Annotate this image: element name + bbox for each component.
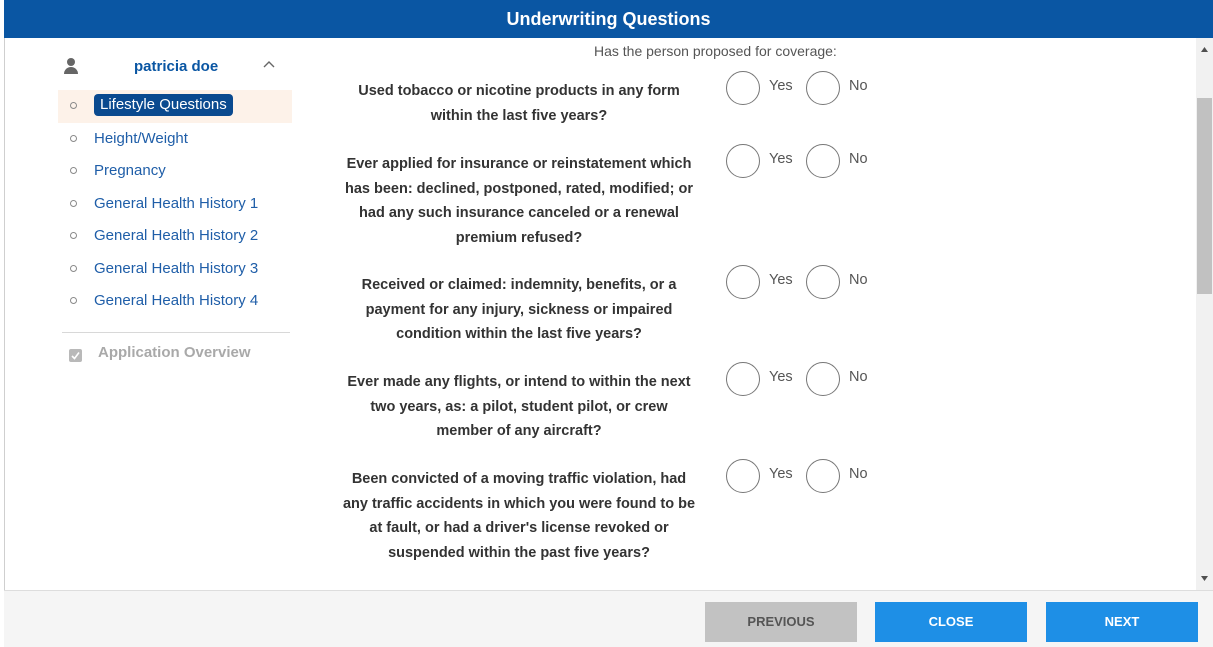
close-button[interactable]: CLOSE	[875, 602, 1027, 642]
user-name[interactable]: patricia doe	[134, 58, 218, 75]
no-radio[interactable]	[806, 265, 840, 299]
sidebar-item-label[interactable]: Lifestyle Questions	[94, 94, 233, 116]
yes-radio[interactable]	[726, 144, 760, 178]
yes-label: Yes	[769, 78, 793, 94]
sidebar-divider	[62, 331, 290, 333]
person-icon	[64, 58, 78, 74]
no-label: No	[849, 151, 868, 167]
user-section-header[interactable]: patricia doe	[58, 50, 292, 84]
sidebar-item-lifestyle-questions[interactable]: Lifestyle Questions	[58, 90, 292, 123]
chevron-up-icon[interactable]	[262, 58, 276, 72]
sidebar-item-general-health-history-2[interactable]: General Health History 2	[58, 220, 292, 253]
sidebar-item-label[interactable]: Height/Weight	[94, 123, 188, 155]
sidebar: patricia doe Lifestyle Questions Height/…	[58, 50, 292, 375]
sidebar-item-label[interactable]: General Health History 2	[94, 220, 258, 252]
bullet-icon	[70, 102, 77, 109]
yes-radio[interactable]	[726, 362, 760, 396]
no-label: No	[849, 78, 868, 94]
footer-bar	[4, 590, 1213, 647]
yes-label: Yes	[769, 466, 793, 482]
sidebar-item-general-health-history-4[interactable]: General Health History 4	[58, 285, 292, 318]
vertical-scrollbar[interactable]	[1196, 38, 1213, 590]
sidebar-item-label[interactable]: General Health History 4	[94, 285, 258, 317]
question-text: Been convicted of a moving traffic viola…	[342, 471, 696, 561]
no-label: No	[849, 466, 868, 482]
previous-button[interactable]: PREVIOUS	[705, 602, 857, 642]
overview-label: Application Overview	[98, 343, 251, 361]
scrollbar-thumb[interactable]	[1197, 98, 1212, 294]
yes-radio[interactable]	[726, 459, 760, 493]
yes-radio[interactable]	[726, 265, 760, 299]
sidebar-item-label[interactable]: Pregnancy	[94, 155, 166, 187]
scroll-up-arrow-icon[interactable]	[1196, 42, 1213, 58]
bullet-icon	[70, 297, 77, 304]
sidebar-item-label[interactable]: General Health History 1	[94, 188, 258, 220]
sidebar-item-general-health-history-3[interactable]: General Health History 3	[58, 253, 292, 286]
next-button[interactable]: NEXT	[1046, 602, 1198, 642]
sidebar-item-general-health-history-1[interactable]: General Health History 1	[58, 188, 292, 221]
bullet-icon	[70, 264, 77, 272]
question-text: Ever applied for insurance or reinstatem…	[344, 156, 694, 246]
sidebar-item-label[interactable]: General Health History 3	[94, 253, 258, 285]
question-text: Used tobacco or nicotine products in any…	[358, 83, 680, 124]
question-text: Ever made any flights, or intend to with…	[347, 374, 691, 439]
no-label: No	[849, 272, 868, 288]
no-radio[interactable]	[806, 144, 840, 178]
sidebar-item-height-weight[interactable]: Height/Weight	[58, 123, 292, 156]
yes-radio[interactable]	[726, 71, 760, 105]
yes-label: Yes	[769, 151, 793, 167]
yes-label: Yes	[769, 272, 793, 288]
questions-intro: Has the person proposed for coverage:	[594, 43, 837, 59]
checkbox-checked-icon	[69, 348, 82, 362]
question-text: Received or claimed: indemnity, benefits…	[361, 277, 677, 342]
bullet-icon	[70, 134, 77, 142]
page-title: Underwriting Questions	[4, 0, 1213, 38]
bullet-icon	[70, 232, 77, 239]
no-radio[interactable]	[806, 71, 840, 105]
bullet-icon	[70, 167, 77, 174]
section-nav-list: Lifestyle Questions Height/Weight Pregna…	[58, 90, 292, 318]
yes-label: Yes	[769, 369, 793, 385]
no-radio[interactable]	[806, 459, 840, 493]
no-label: No	[849, 369, 868, 385]
scroll-down-arrow-icon[interactable]	[1196, 570, 1213, 586]
bullet-icon	[70, 199, 77, 207]
no-radio[interactable]	[806, 362, 840, 396]
sidebar-item-pregnancy[interactable]: Pregnancy	[58, 155, 292, 188]
sidebar-item-application-overview[interactable]: Application Overview	[58, 341, 292, 375]
